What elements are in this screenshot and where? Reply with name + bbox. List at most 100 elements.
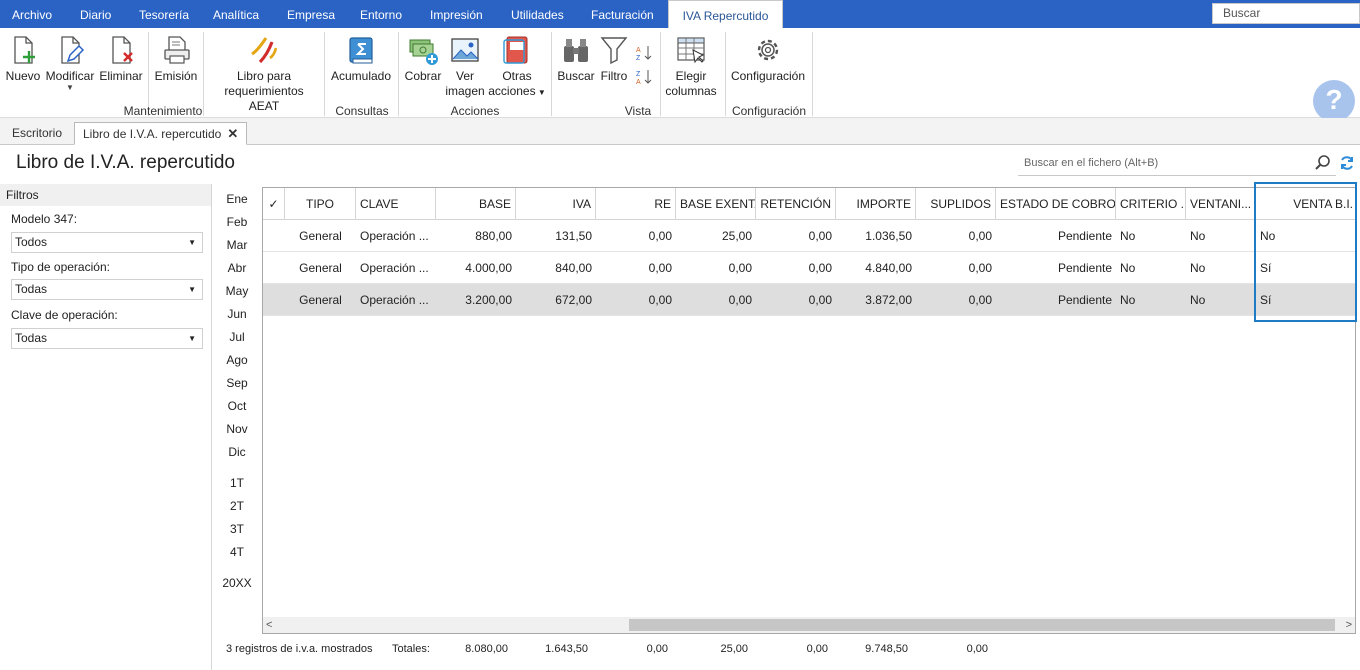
cobrar-button[interactable]: Cobrar bbox=[403, 34, 443, 84]
search-icon[interactable] bbox=[1314, 154, 1332, 172]
total-re: 0,00 bbox=[646, 643, 668, 655]
cell-base-exenta: 0,00 bbox=[728, 293, 752, 307]
quarter-4t[interactable]: 4T bbox=[222, 545, 252, 559]
quarter-2t[interactable]: 2T bbox=[222, 499, 252, 513]
tipo-operacion-label: Tipo de operación: bbox=[11, 260, 110, 274]
tab-escritorio[interactable]: Escritorio bbox=[4, 122, 70, 145]
svg-text:Z: Z bbox=[636, 55, 641, 62]
sort-ascending-icon: AZ bbox=[636, 46, 652, 62]
emision-button[interactable]: Emisión bbox=[154, 34, 198, 84]
month-feb[interactable]: Feb bbox=[222, 215, 252, 229]
buscar-button[interactable]: Buscar bbox=[556, 34, 596, 84]
col-importe[interactable]: IMPORTE bbox=[836, 188, 916, 220]
quarter-3t[interactable]: 3T bbox=[222, 522, 252, 536]
acumulado-label: Acumulado bbox=[330, 69, 392, 83]
filtro-button[interactable]: Filtro bbox=[598, 34, 630, 84]
col-estado-cobro[interactable]: ESTADO DE COBRO bbox=[996, 188, 1116, 220]
close-icon[interactable]: ✕ bbox=[227, 126, 238, 141]
col-ventanilla[interactable]: VENTANI... bbox=[1186, 188, 1256, 220]
elegir-columnas-button[interactable]: Elegir columnas bbox=[664, 34, 718, 99]
configuracion-button[interactable]: Configuración bbox=[730, 34, 806, 84]
month-jul[interactable]: Jul bbox=[222, 330, 252, 344]
scroll-right-icon[interactable]: > bbox=[1346, 617, 1352, 633]
table-row-selected[interactable]: General Operación ... 3.200,00 672,00 0,… bbox=[263, 284, 1355, 316]
scrollbar-thumb[interactable] bbox=[629, 619, 1335, 631]
col-tipo[interactable]: TIPO bbox=[285, 188, 356, 220]
elegir-label-1: Elegir bbox=[675, 69, 707, 83]
tab-libro-iva[interactable]: Libro de I.V.A. repercutido ✕ bbox=[74, 122, 248, 145]
cell-clave: Operación ... bbox=[360, 293, 429, 307]
month-may[interactable]: May bbox=[222, 284, 252, 298]
col-clave[interactable]: CLAVE bbox=[356, 188, 436, 220]
nuevo-button[interactable]: Nuevo bbox=[4, 34, 42, 84]
otras-acciones-button[interactable]: Otras acciones ▼ bbox=[488, 34, 546, 100]
menu-archivo[interactable]: Archivo bbox=[12, 0, 52, 28]
horizontal-scrollbar[interactable]: < > bbox=[263, 617, 1355, 633]
acumulado-button[interactable]: Acumulado bbox=[330, 34, 392, 84]
tab-libro-label: Libro de I.V.A. repercutido bbox=[83, 127, 222, 141]
month-dic[interactable]: Dic bbox=[222, 445, 252, 459]
col-check[interactable]: ✓ bbox=[263, 188, 285, 220]
col-re[interactable]: RE bbox=[596, 188, 676, 220]
help-icon[interactable]: ? bbox=[1313, 80, 1355, 122]
scroll-left-icon[interactable]: < bbox=[266, 617, 272, 633]
cell-iva: 672,00 bbox=[555, 293, 592, 307]
month-abr[interactable]: Abr bbox=[222, 261, 252, 275]
sort-za-button[interactable]: ZA bbox=[634, 68, 654, 90]
month-jun[interactable]: Jun bbox=[222, 307, 252, 321]
group-consultas: Consultas bbox=[335, 104, 389, 118]
filter-icon bbox=[600, 37, 628, 65]
buscar-label: Buscar bbox=[557, 69, 595, 83]
cell-iva: 840,00 bbox=[555, 261, 592, 275]
col-iva[interactable]: IVA bbox=[516, 188, 596, 220]
month-sep[interactable]: Sep bbox=[222, 376, 252, 390]
document-tabs: Escritorio Libro de I.V.A. repercutido ✕ bbox=[0, 118, 1360, 145]
year-selector[interactable]: 20XX bbox=[220, 576, 254, 590]
table-row[interactable]: General Operación ... 4.000,00 840,00 0,… bbox=[263, 252, 1355, 284]
col-suplidos[interactable]: SUPLIDOS bbox=[916, 188, 996, 220]
svg-text:A: A bbox=[636, 79, 641, 86]
eliminar-button[interactable]: Eliminar bbox=[99, 34, 143, 84]
menu-tesoreria[interactable]: Tesorería bbox=[139, 0, 189, 28]
clave-operacion-select[interactable]: Todas ▼ bbox=[11, 328, 203, 349]
ver-label-2: imagen bbox=[445, 84, 485, 98]
menu-iva-repercutido[interactable]: IVA Repercutido bbox=[668, 0, 783, 29]
ver-imagen-button[interactable]: Ver imagen bbox=[445, 34, 485, 99]
month-mar[interactable]: Mar bbox=[222, 238, 252, 252]
col-retencion[interactable]: RETENCIÓN bbox=[756, 188, 836, 220]
otras-label-1: Otras bbox=[502, 69, 532, 83]
cell-estado: Pendiente bbox=[1057, 293, 1112, 307]
quarter-1t[interactable]: 1T bbox=[222, 476, 252, 490]
cell-iva: 131,50 bbox=[555, 229, 592, 243]
total-base: 8.080,00 bbox=[465, 643, 508, 655]
col-criterio[interactable]: CRITERIO ... bbox=[1116, 188, 1186, 220]
group-configuracion: Configuración bbox=[731, 104, 807, 118]
month-oct[interactable]: Oct bbox=[222, 399, 252, 413]
menu-utilidades[interactable]: Utilidades bbox=[511, 0, 564, 28]
modificar-button[interactable]: Modificar ▼ bbox=[44, 34, 96, 92]
sort-az-button[interactable]: AZ bbox=[634, 44, 654, 66]
month-ene[interactable]: Ene bbox=[222, 192, 252, 206]
group-vista: Vista bbox=[624, 104, 652, 118]
tipo-operacion-select[interactable]: Todas ▼ bbox=[11, 279, 203, 300]
col-base-exenta[interactable]: BASE EXENTA bbox=[676, 188, 756, 220]
table-row[interactable]: General Operación ... 880,00 131,50 0,00… bbox=[263, 220, 1355, 252]
modelo-347-label: Modelo 347: bbox=[11, 212, 78, 226]
menu-entorno[interactable]: Entorno bbox=[360, 0, 402, 28]
menu-impresion[interactable]: Impresión bbox=[430, 0, 483, 28]
libro-aeat-button[interactable]: Libro para requerimientos AEAT bbox=[208, 34, 320, 114]
file-search-input[interactable]: Buscar en el fichero (Alt+B) bbox=[1018, 152, 1336, 176]
cell-ventanilla: No bbox=[1190, 261, 1206, 275]
month-ago[interactable]: Ago bbox=[222, 353, 252, 367]
refresh-icon[interactable] bbox=[1339, 155, 1355, 171]
col-base[interactable]: BASE bbox=[436, 188, 516, 220]
month-nov[interactable]: Nov bbox=[222, 422, 252, 436]
menu-empresa[interactable]: Empresa bbox=[287, 0, 335, 28]
modelo-347-select[interactable]: Todos ▼ bbox=[11, 232, 203, 253]
global-search-input[interactable]: Buscar bbox=[1212, 3, 1360, 24]
iva-grid: ✓ TIPO CLAVE BASE IVA RE BASE EXENTA RET… bbox=[262, 187, 1356, 634]
cobrar-label: Cobrar bbox=[404, 69, 442, 83]
menu-diario[interactable]: Diario bbox=[80, 0, 111, 28]
menu-facturacion[interactable]: Facturación bbox=[591, 0, 654, 28]
menu-analitica[interactable]: Analítica bbox=[213, 0, 259, 28]
